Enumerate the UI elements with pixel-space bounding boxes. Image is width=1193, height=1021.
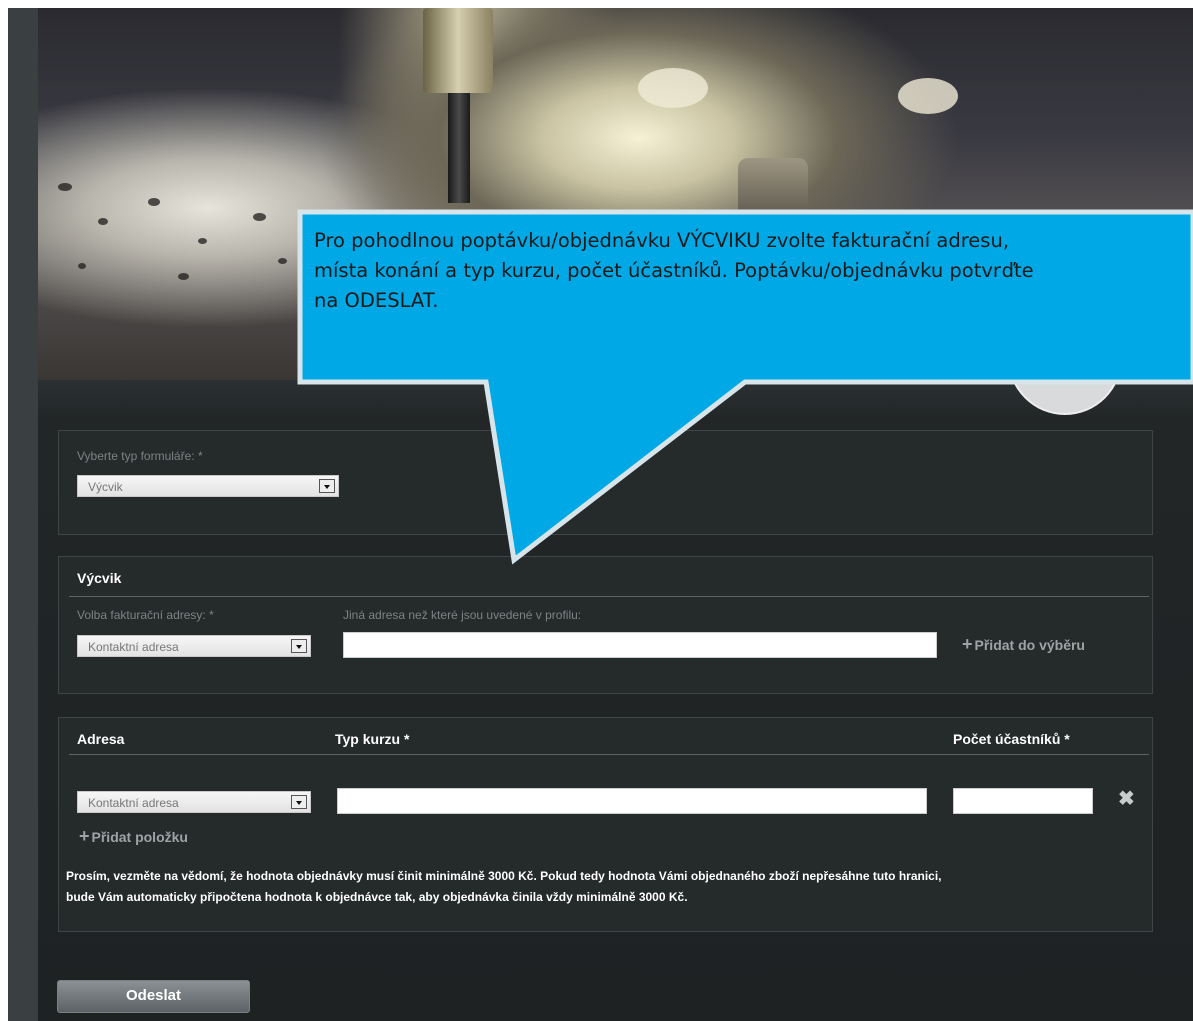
callout-text: Pro pohodlnou poptávku/objednávku VÝCVIK… (314, 226, 1193, 316)
callout-line-1: Pro pohodlnou poptávku/objednávku VÝCVIK… (314, 229, 1010, 252)
callout-line-3: na ODESLAT. (314, 289, 439, 312)
callout-bubble (297, 209, 1193, 565)
callout-line-2: místa konání a typ kurzu, počet účastník… (314, 259, 1034, 282)
